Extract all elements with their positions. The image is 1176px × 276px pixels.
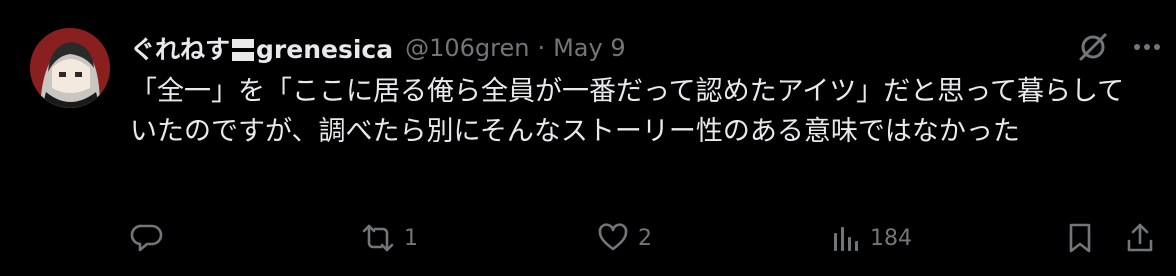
more-icon[interactable]	[1132, 42, 1162, 52]
share-icon	[1124, 221, 1156, 255]
bookmark-icon	[1064, 221, 1096, 255]
views-icon	[830, 221, 862, 255]
like-count: 2	[638, 225, 652, 251]
like-button[interactable]: 2	[596, 218, 652, 258]
tweet: ぐれねす grenesica @106gren · May 9 「全一」を「ここに…	[0, 0, 1176, 276]
reply-icon	[130, 221, 164, 255]
user-handle[interactable]: @106gren	[405, 34, 529, 62]
avatar-image	[30, 28, 110, 108]
share-button[interactable]	[1124, 218, 1156, 258]
tweet-header: ぐれねす grenesica @106gren · May 9	[130, 30, 1056, 66]
heart-icon	[596, 221, 630, 255]
name-emoji-icon	[232, 39, 255, 61]
avatar[interactable]	[30, 28, 110, 108]
tweet-text: 「全一」を「ここに居る俺ら全員が一番だって認めたアイツ」だと思って暮らしていたの…	[130, 76, 1125, 147]
display-name[interactable]: ぐれねす grenesica	[130, 30, 393, 66]
tweet-actions: 1 2 184	[130, 218, 1160, 258]
display-name-text: ぐれねす	[130, 35, 231, 64]
repost-count: 1	[404, 225, 418, 251]
bookmark-button[interactable]	[1064, 218, 1096, 258]
views-button[interactable]: 184	[830, 218, 912, 258]
view-count: 184	[870, 225, 912, 251]
reply-button[interactable]	[130, 218, 172, 258]
grok-icon[interactable]	[1076, 30, 1110, 64]
separator-dot: ·	[537, 34, 546, 62]
repost-icon	[360, 221, 396, 255]
tweet-date[interactable]: May 9	[553, 34, 626, 62]
top-actions	[1076, 30, 1162, 64]
display-name-suffix: grenesica	[256, 35, 394, 64]
repost-button[interactable]: 1	[360, 218, 418, 258]
